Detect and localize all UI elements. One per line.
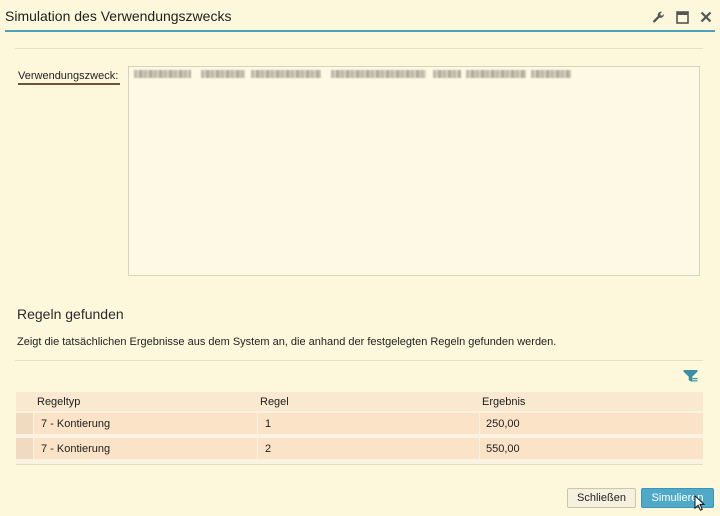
close-icon[interactable] bbox=[699, 10, 713, 24]
maximize-icon[interactable] bbox=[675, 10, 689, 24]
column-header-ergebnis[interactable]: Ergebnis bbox=[480, 392, 703, 411]
column-header-regel[interactable]: Regel bbox=[258, 392, 479, 411]
table-row[interactable]: 7 - Kontierung 1 250,00 bbox=[16, 413, 703, 434]
divider bbox=[15, 48, 703, 49]
rules-heading: Regeln gefunden bbox=[17, 306, 124, 322]
cell-regeltyp[interactable]: 7 - Kontierung bbox=[34, 413, 257, 434]
wrench-icon[interactable] bbox=[651, 10, 665, 24]
filter-icon[interactable] bbox=[683, 369, 698, 383]
rules-description: Zeigt die tatsächlichen Ergebnisse aus d… bbox=[17, 336, 557, 348]
purpose-textarea[interactable] bbox=[128, 66, 700, 276]
row-selector[interactable] bbox=[16, 413, 33, 434]
cell-ergebnis[interactable]: 250,00 bbox=[480, 413, 703, 434]
close-button[interactable]: Schließen bbox=[567, 488, 636, 508]
dialog-title: Simulation des Verwendungszwecks bbox=[5, 8, 232, 24]
simulate-button[interactable]: Simulieren bbox=[641, 488, 714, 508]
row-selector[interactable] bbox=[16, 438, 33, 459]
table-bottom-border bbox=[16, 464, 703, 465]
cell-ergebnis[interactable]: 550,00 bbox=[480, 438, 703, 459]
table-row[interactable]: 7 - Kontierung 2 550,00 bbox=[16, 438, 703, 459]
table-header: Regeltyp Regel Ergebnis bbox=[16, 392, 703, 411]
cell-regel[interactable]: 2 bbox=[258, 438, 479, 459]
column-header-regeltyp[interactable]: Regeltyp bbox=[34, 392, 257, 411]
divider bbox=[15, 360, 703, 361]
purpose-label: Verwendungszweck: bbox=[18, 70, 121, 85]
cell-regel[interactable]: 1 bbox=[258, 413, 479, 434]
cell-regeltyp[interactable]: 7 - Kontierung bbox=[34, 438, 257, 459]
row-selector-header bbox=[16, 392, 33, 411]
rules-table: Regeltyp Regel Ergebnis 7 - Kontierung 1… bbox=[16, 392, 703, 465]
title-accent-line bbox=[5, 30, 715, 32]
